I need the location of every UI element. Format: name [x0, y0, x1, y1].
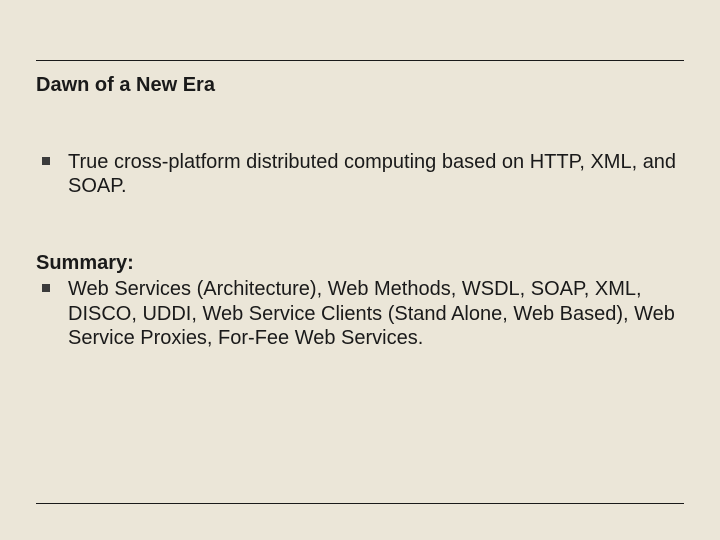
bullet-text: Web Services (Architecture), Web Methods…: [68, 277, 684, 350]
list-item: True cross-platform distributed computin…: [36, 150, 684, 199]
bullet-text: True cross-platform distributed computin…: [68, 150, 684, 199]
section-heading: Summary:: [36, 251, 684, 275]
list-item: Web Services (Architecture), Web Methods…: [36, 277, 684, 350]
square-bullet-icon: [42, 284, 50, 292]
slide-body: True cross-platform distributed computin…: [36, 150, 684, 402]
slide-title: Dawn of a New Era: [36, 74, 215, 97]
section: Summary: Web Services (Architecture), We…: [36, 251, 684, 351]
square-bullet-icon: [42, 157, 50, 165]
slide: Dawn of a New Era True cross-platform di…: [0, 0, 720, 540]
divider-top: [36, 60, 684, 61]
divider-bottom: [36, 503, 684, 504]
section: True cross-platform distributed computin…: [36, 150, 684, 199]
